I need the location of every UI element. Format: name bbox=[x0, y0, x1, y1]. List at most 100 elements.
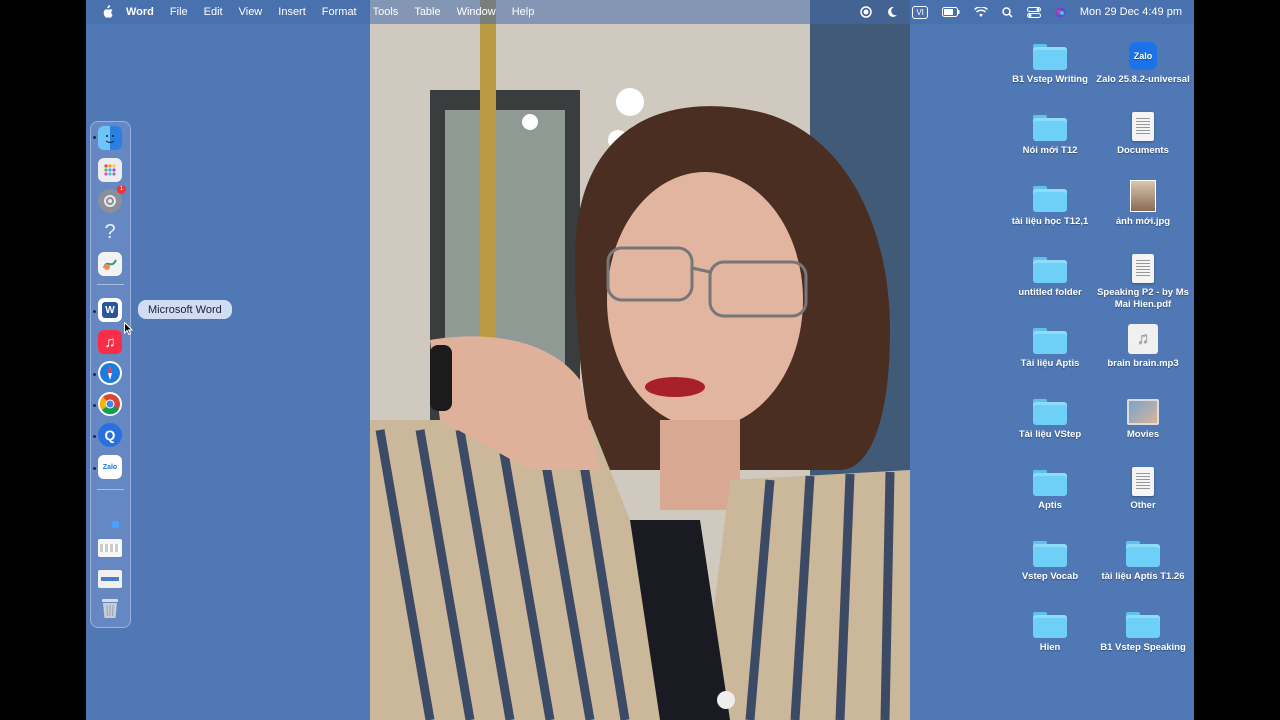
downloads-stack-icon[interactable] bbox=[98, 512, 122, 536]
desktop-item-label: Documents bbox=[1117, 145, 1169, 156]
folder-icon bbox=[1033, 541, 1067, 567]
folder-icon bbox=[1033, 470, 1067, 496]
control-center-icon[interactable] bbox=[1026, 6, 1041, 18]
running-indicator bbox=[93, 467, 96, 470]
desktop-item-movie[interactable]: Movies bbox=[1096, 391, 1190, 441]
menu-edit[interactable]: Edit bbox=[204, 6, 223, 18]
desktop-item-label: Tài liệu VStep bbox=[1018, 429, 1082, 440]
folder-icon bbox=[1033, 257, 1067, 283]
desktop-item-label: B1 Vstep Writing bbox=[1012, 74, 1088, 85]
desktop-item-label: brain brain.mp3 bbox=[1107, 358, 1179, 369]
desktop-item-label: Speaking P2 - by Ms Mai Hien.pdf bbox=[1097, 287, 1189, 310]
running-indicator bbox=[93, 373, 96, 376]
notification-badge: 1 bbox=[117, 185, 126, 194]
movie-thumbnail-icon bbox=[1127, 399, 1159, 425]
desktop-item-label: Other bbox=[1130, 500, 1156, 511]
document-stack-icon[interactable] bbox=[98, 570, 122, 588]
folder-icon bbox=[1033, 399, 1067, 425]
image-thumbnail-icon bbox=[1130, 180, 1156, 212]
desktop-item-folder[interactable]: Nói mới T12 bbox=[1003, 107, 1097, 157]
menu-bar: Word File Edit View Insert Format Tools … bbox=[86, 0, 1194, 24]
zalo-app-icon: Zalo bbox=[1129, 42, 1157, 70]
zalo-icon[interactable]: Zalo bbox=[98, 455, 122, 479]
desktop-item-folder[interactable]: Vstep Vocab bbox=[1003, 533, 1097, 583]
desktop-item-label: B1 Vstep Speaking bbox=[1100, 642, 1186, 653]
safari-icon[interactable] bbox=[98, 361, 122, 385]
dock-separator bbox=[97, 284, 124, 285]
menu-tools[interactable]: Tools bbox=[373, 6, 399, 18]
running-indicator bbox=[93, 435, 96, 438]
desktop-item-pdf[interactable]: Speaking P2 - by Ms Mai Hien.pdf bbox=[1096, 249, 1190, 311]
dock-tooltip: Microsoft Word bbox=[138, 300, 232, 319]
mouse-cursor-icon bbox=[124, 322, 133, 335]
finder-icon[interactable] bbox=[98, 126, 122, 150]
desktop-item-label: Zalo 25.8.2-universal bbox=[1096, 74, 1190, 85]
search-icon[interactable] bbox=[1002, 6, 1013, 18]
running-indicator bbox=[93, 136, 96, 139]
desktop-item-app[interactable]: Zalo Zalo 25.8.2-universal bbox=[1096, 36, 1190, 86]
desktop-item-image[interactable]: ảnh mới.jpg bbox=[1096, 178, 1190, 228]
microsoft-word-icon[interactable]: W bbox=[98, 298, 122, 322]
apple-icon[interactable] bbox=[100, 5, 114, 19]
input-source-badge[interactable]: VI bbox=[912, 5, 928, 19]
desktop-item-label: untitled folder bbox=[1018, 287, 1082, 298]
menu-bar-clock[interactable]: Mon 29 Dec 4:49 pm bbox=[1080, 6, 1182, 18]
launchpad-icon[interactable] bbox=[98, 158, 122, 182]
wifi-icon[interactable] bbox=[973, 6, 988, 18]
menu-file[interactable]: File bbox=[170, 6, 188, 18]
desktop-item-label: ảnh mới.jpg bbox=[1115, 216, 1171, 227]
desktop-item-folder[interactable]: Tài liệu Aptis bbox=[1003, 320, 1097, 370]
desktop-item-label: tài liệu học T12,1 bbox=[1011, 216, 1089, 227]
desktop-item-document[interactable]: Documents bbox=[1096, 107, 1190, 157]
desktop-item-folder[interactable]: B1 Vstep Speaking bbox=[1096, 604, 1190, 654]
focus-moon-icon[interactable] bbox=[886, 6, 898, 18]
desktop-item-folder[interactable]: Hien bbox=[1003, 604, 1097, 654]
folder-icon bbox=[1033, 328, 1067, 354]
desktop-item-folder[interactable]: Aptis bbox=[1003, 462, 1097, 512]
desktop-item-label: Tài liệu Aptis bbox=[1020, 358, 1080, 369]
desktop-item-folder[interactable]: B1 Vstep Writing bbox=[1003, 36, 1097, 86]
menu-view[interactable]: View bbox=[239, 6, 263, 18]
document-icon bbox=[1132, 112, 1154, 141]
desktop-item-folder[interactable]: untitled folder bbox=[1003, 249, 1097, 299]
menu-help[interactable]: Help bbox=[512, 6, 535, 18]
siri-icon[interactable] bbox=[1055, 7, 1066, 18]
help-icon[interactable]: ? bbox=[98, 220, 122, 244]
freeform-icon[interactable] bbox=[98, 252, 122, 276]
menu-window[interactable]: Window bbox=[457, 6, 496, 18]
folder-icon bbox=[1126, 612, 1160, 638]
system-settings-icon[interactable]: 1 bbox=[98, 185, 126, 213]
running-indicator bbox=[93, 310, 96, 313]
folder-icon bbox=[1033, 44, 1067, 70]
pdf-document-icon bbox=[1132, 254, 1154, 283]
battery-icon[interactable] bbox=[941, 7, 960, 17]
desktop-item-audio[interactable]: ♫ brain brain.mp3 bbox=[1096, 320, 1190, 370]
menu-bar-status-area: VI Mon 29 Dec 4:49 pm bbox=[846, 0, 1182, 24]
trash-icon[interactable] bbox=[98, 596, 122, 620]
desktop-item-label: Movies bbox=[1126, 429, 1160, 440]
desktop-item-folder[interactable]: Tài liệu VStep bbox=[1003, 391, 1097, 441]
music-icon[interactable]: ♫ bbox=[98, 330, 122, 354]
desktop-item-folder[interactable]: tài liệu Aptis T1.26 bbox=[1096, 533, 1190, 583]
audio-file-icon: ♫ bbox=[1128, 324, 1158, 354]
desktop-item-label: tài liệu Aptis T1.26 bbox=[1101, 571, 1185, 582]
menu-insert[interactable]: Insert bbox=[278, 6, 306, 18]
desktop-item-document[interactable]: Other bbox=[1096, 462, 1190, 512]
desktop-item-label: Aptis bbox=[1038, 500, 1062, 511]
desktop-item-label: Hien bbox=[1039, 642, 1061, 653]
menu-format[interactable]: Format bbox=[322, 6, 357, 18]
wallpaper-photo bbox=[370, 0, 910, 720]
record-icon[interactable] bbox=[860, 6, 873, 18]
wallpaper-illustration bbox=[370, 0, 910, 720]
menu-table[interactable]: Table bbox=[414, 6, 440, 18]
document-icon bbox=[1132, 467, 1154, 496]
desktop: Word File Edit View Insert Format Tools … bbox=[86, 0, 1194, 720]
chrome-icon[interactable] bbox=[98, 392, 122, 416]
screenshot-stack-icon[interactable] bbox=[98, 539, 122, 557]
active-app-name[interactable]: Word bbox=[126, 6, 154, 18]
quicktime-icon[interactable]: Q bbox=[98, 423, 122, 447]
dock-separator bbox=[97, 489, 124, 490]
folder-icon bbox=[1033, 115, 1067, 141]
desktop-item-label: Nói mới T12 bbox=[1022, 145, 1078, 156]
desktop-item-folder[interactable]: tài liệu học T12,1 bbox=[1003, 178, 1097, 228]
